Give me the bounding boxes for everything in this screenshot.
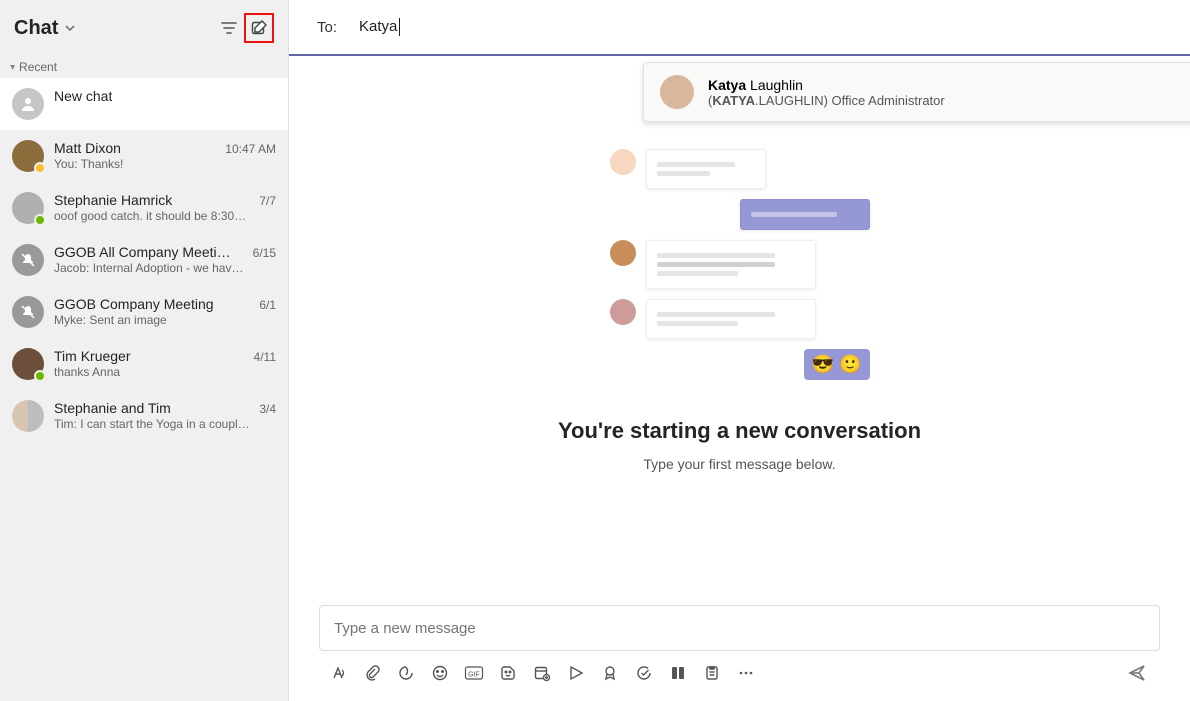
- recent-label: Recent: [19, 60, 57, 74]
- format-icon: [329, 664, 347, 682]
- viva-button[interactable]: [663, 659, 693, 687]
- play-outline-icon: [567, 664, 585, 682]
- compose-toolbar: GIF: [319, 651, 1160, 687]
- bell-off-icon: [20, 304, 36, 320]
- compose-icon: [250, 19, 268, 37]
- sidebar-title[interactable]: Chat: [14, 17, 58, 40]
- empty-state: 😎 🙂 You're starting a new conversation T…: [289, 56, 1190, 605]
- chat-preview: Tim: I can start the Yoga in a coupl…: [54, 417, 276, 431]
- chat-name: GGOB All Company Meeti…: [54, 244, 231, 260]
- caret-icon: ▸: [7, 64, 18, 69]
- more-button[interactable]: [731, 659, 761, 687]
- filter-icon: [220, 19, 238, 37]
- empty-title: You're starting a new conversation: [558, 418, 921, 444]
- to-input[interactable]: Katya: [359, 18, 397, 35]
- chat-preview: Myke: Sent an image: [54, 313, 276, 327]
- check-circle-icon: [635, 664, 653, 682]
- chat-name: Matt Dixon: [54, 140, 121, 156]
- chat-time: 6/1: [259, 298, 276, 312]
- chat-item-ggob-company[interactable]: GGOB Company Meeting 6/1 Myke: Sent an i…: [0, 286, 288, 338]
- filter-button[interactable]: [214, 13, 244, 43]
- presence-available-icon: [34, 370, 46, 382]
- main-pane: To: Katya Katya Laughlin (KATYA.LAUGHLIN…: [289, 0, 1190, 701]
- schedule-button[interactable]: [527, 659, 557, 687]
- send-icon: [1127, 663, 1147, 683]
- compose-box[interactable]: [319, 605, 1160, 651]
- to-bar: To: Katya: [289, 0, 1190, 56]
- gif-icon: GIF: [464, 664, 484, 682]
- avatar-muted: [12, 244, 44, 276]
- smile-icon: [431, 664, 449, 682]
- chat-item-stephanie-and-tim[interactable]: Stephanie and Tim 3/4 Tim: I can start t…: [0, 390, 288, 442]
- clipboard-icon: [703, 664, 721, 682]
- chat-preview: Jacob: Internal Adoption - we hav…: [54, 261, 276, 275]
- presence-available-icon: [34, 214, 46, 226]
- stream-button[interactable]: [561, 659, 591, 687]
- sidebar-header: Chat: [0, 0, 288, 56]
- chat-time: 6/15: [253, 246, 276, 260]
- praise-button[interactable]: [595, 659, 625, 687]
- chat-name: Stephanie and Tim: [54, 400, 171, 416]
- chat-list: New chat Matt Dixon 10:47 AM You: Thanks…: [0, 78, 288, 701]
- chat-item-ggob-all[interactable]: GGOB All Company Meeti… 6/15 Jacob: Inte…: [0, 234, 288, 286]
- person-icon: [12, 88, 44, 120]
- avatar-muted: [12, 296, 44, 328]
- chat-time: 3/4: [259, 402, 276, 416]
- chat-name: GGOB Company Meeting: [54, 296, 214, 312]
- avatar: [12, 348, 44, 380]
- chat-preview: thanks Anna: [54, 365, 276, 379]
- to-input-wrap[interactable]: Katya: [359, 18, 1162, 36]
- bell-off-icon: [20, 252, 36, 268]
- recent-section-header[interactable]: ▸ Recent: [0, 56, 288, 78]
- chat-item-tim-krueger[interactable]: Tim Krueger 4/11 thanks Anna: [0, 338, 288, 390]
- attach-button[interactable]: [357, 659, 387, 687]
- poll-button[interactable]: [697, 659, 727, 687]
- sticker-icon: [499, 664, 517, 682]
- apps-icon: [669, 664, 687, 682]
- chat-time: 7/7: [259, 194, 276, 208]
- loop-icon: [397, 664, 415, 682]
- suggestion-avatar: [660, 75, 694, 109]
- approvals-button[interactable]: [629, 659, 659, 687]
- gif-button[interactable]: GIF: [459, 659, 489, 687]
- message-input[interactable]: [334, 620, 1145, 637]
- emoji-icon: 😎 🙂: [804, 349, 870, 380]
- people-suggestion[interactable]: Katya Laughlin (KATYA.LAUGHLIN) Office A…: [643, 62, 1190, 122]
- emoji-button[interactable]: [425, 659, 455, 687]
- suggestion-name: Katya Laughlin: [708, 77, 945, 93]
- chat-preview: ooof good catch. it should be 8:30…: [54, 209, 276, 223]
- new-chat-button[interactable]: [244, 13, 274, 43]
- empty-subtitle: Type your first message below.: [643, 456, 835, 472]
- presence-away-icon: [34, 162, 46, 174]
- chat-item-matt-dixon[interactable]: Matt Dixon 10:47 AM You: Thanks!: [0, 130, 288, 182]
- svg-text:GIF: GIF: [468, 672, 480, 679]
- to-label: To:: [317, 19, 337, 36]
- avatar-group: [12, 400, 44, 432]
- chat-item-stephanie-hamrick[interactable]: Stephanie Hamrick 7/7 ooof good catch. i…: [0, 182, 288, 234]
- sticker-button[interactable]: [493, 659, 523, 687]
- new-chat-item[interactable]: New chat: [0, 78, 288, 130]
- chat-name: Tim Krueger: [54, 348, 131, 364]
- text-caret: [399, 18, 400, 36]
- composer: GIF: [289, 605, 1190, 701]
- format-button[interactable]: [323, 659, 353, 687]
- chat-sidebar: Chat ▸ Recent: [0, 0, 289, 701]
- calendar-plus-icon: [533, 664, 551, 682]
- send-button[interactable]: [1122, 659, 1152, 687]
- avatar: [12, 192, 44, 224]
- paperclip-icon: [363, 664, 381, 682]
- new-chat-label: New chat: [54, 88, 112, 104]
- chat-time: 10:47 AM: [225, 142, 276, 156]
- chat-preview: You: Thanks!: [54, 157, 276, 171]
- loop-button[interactable]: [391, 659, 421, 687]
- suggestion-subtitle: (KATYA.LAUGHLIN) Office Administrator: [708, 93, 945, 108]
- avatar: [12, 140, 44, 172]
- chat-name: Stephanie Hamrick: [54, 192, 172, 208]
- more-icon: [737, 664, 755, 682]
- chat-time: 4/11: [254, 350, 276, 364]
- empty-illustration: 😎 🙂: [610, 149, 870, 390]
- badge-icon: [601, 664, 619, 682]
- chevron-down-icon[interactable]: [64, 22, 76, 34]
